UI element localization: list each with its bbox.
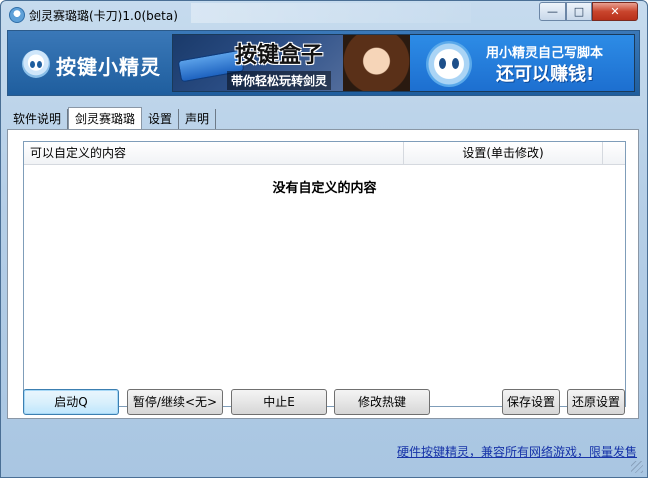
app-icon xyxy=(9,7,25,23)
banner: 按键小精灵 按键盒子 带你轻松玩转剑灵 用小精灵自己写脚本 还可以赚钱! xyxy=(7,30,640,96)
save-settings-button[interactable]: 保存设置 xyxy=(502,389,560,415)
title-bar[interactable]: 剑灵赛璐璐(卡刀)1.0(beta) — □ ✕ xyxy=(1,1,647,29)
hardware-promo-link[interactable]: 硬件按键精灵，兼容所有网络游戏，限量发售 xyxy=(397,443,637,460)
logo-eye-right xyxy=(37,61,42,68)
custom-content-list[interactable]: 可以自定义的内容 设置(单击修改) 没有自定义的内容 xyxy=(23,141,626,407)
mascot-icon xyxy=(426,41,472,87)
game-character-image xyxy=(343,35,410,91)
ad-banner[interactable]: 按键盒子 带你轻松玩转剑灵 用小精灵自己写脚本 还可以赚钱! xyxy=(172,34,635,92)
empty-list-message: 没有自定义的内容 xyxy=(272,181,377,196)
ad-script-line1: 用小精灵自己写脚本 xyxy=(486,46,604,61)
ad-box-promo[interactable]: 按键盒子 带你轻松玩转剑灵 xyxy=(173,35,410,91)
logo-eye-left xyxy=(30,61,35,68)
tab-settings[interactable]: 设置 xyxy=(142,109,180,129)
ad-script-line2: 还可以赚钱! xyxy=(496,64,595,85)
start-button[interactable]: 启动Q xyxy=(23,389,119,415)
pause-resume-button[interactable]: 暂停/继续<无> xyxy=(127,389,223,415)
title-bar-reflection xyxy=(191,3,471,23)
mascot-eye-left xyxy=(439,58,446,69)
mascot-eye-right xyxy=(452,58,459,69)
logo-mascot-icon xyxy=(22,50,50,78)
logo-text: 按键小精灵 xyxy=(56,55,161,79)
resize-grip[interactable] xyxy=(631,461,643,473)
ad-box-subtitle: 带你轻松玩转剑灵 xyxy=(227,71,332,90)
close-button[interactable]: ✕ xyxy=(592,2,638,21)
column-header-content[interactable]: 可以自定义的内容 xyxy=(24,142,404,164)
ad-script-promo[interactable]: 用小精灵自己写脚本 还可以赚钱! xyxy=(410,35,634,91)
column-header-setting[interactable]: 设置(单击修改) xyxy=(404,142,603,164)
ad-box-title: 按键盒子 xyxy=(235,43,324,68)
tab-main[interactable]: 剑灵赛璐璐 xyxy=(68,107,143,129)
app-window: 剑灵赛璐璐(卡刀)1.0(beta) — □ ✕ 按键小精灵 按键盒子 带你轻松… xyxy=(0,0,648,478)
tab-strip: 软件说明 剑灵赛璐璐 设置 声明 xyxy=(7,107,217,129)
edit-hotkey-button[interactable]: 修改热键 xyxy=(334,389,430,415)
tab-panel: 可以自定义的内容 设置(单击修改) 没有自定义的内容 xyxy=(7,129,639,419)
restore-settings-button[interactable]: 还原设置 xyxy=(567,389,625,415)
list-header: 可以自定义的内容 设置(单击修改) xyxy=(24,142,625,165)
tab-statement[interactable]: 声明 xyxy=(179,109,217,129)
window-title: 剑灵赛璐璐(卡刀)1.0(beta) xyxy=(29,9,178,23)
minimize-button[interactable]: — xyxy=(539,2,566,21)
tab-software-info[interactable]: 软件说明 xyxy=(7,109,69,129)
maximize-button[interactable]: □ xyxy=(566,2,592,21)
stop-button[interactable]: 中止E xyxy=(231,389,327,415)
